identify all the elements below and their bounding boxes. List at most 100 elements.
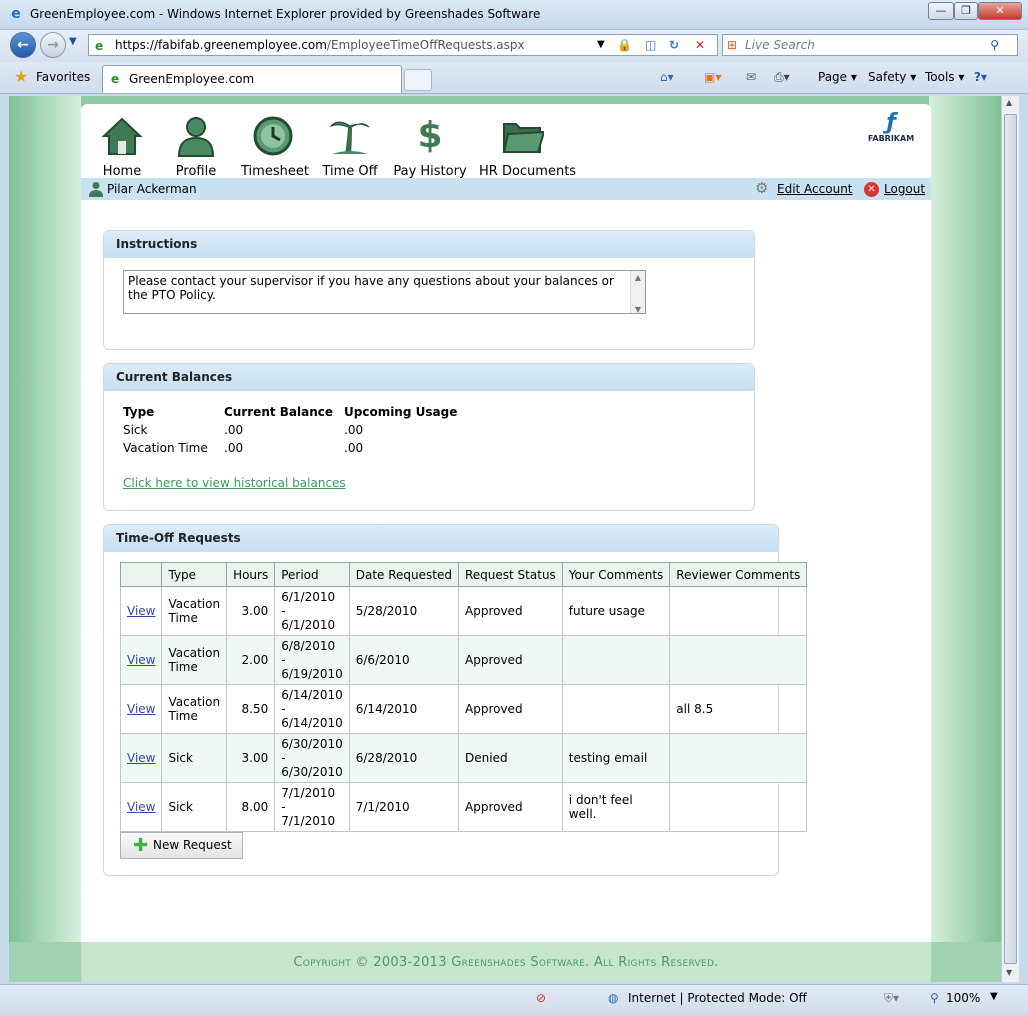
header-type: Type [161, 562, 228, 587]
status-cell: Approved [458, 684, 563, 734]
nav-timesheet-label: Timesheet [241, 164, 309, 179]
status-cell: Approved [458, 586, 563, 636]
view-link[interactable]: View [127, 702, 155, 716]
period-end: 7/1/2010 [281, 814, 336, 828]
hours-cell: 8.00 [226, 782, 276, 832]
url-dropdown-icon[interactable]: ▼ [597, 35, 605, 55]
date-requested-cell: 6/28/2010 [348, 733, 460, 783]
help-icon[interactable]: ?▾ [974, 68, 987, 86]
privacy-icon[interactable]: ⊘ [536, 991, 546, 1005]
favorites-button[interactable]: ★ Favorites [10, 66, 96, 90]
nav-pay-history-label: Pay History [393, 164, 467, 179]
period-start: 7/1/2010 [281, 786, 336, 800]
home-icon[interactable]: ⌂▾ [660, 68, 674, 86]
search-input[interactable]: ⊞ Live Search ⚲ [722, 34, 1018, 56]
address-input[interactable]: e https://fabifab.greenemployee.com/Empl… [88, 34, 718, 56]
logout-link[interactable]: ✕ Logout [864, 178, 925, 200]
restore-button[interactable]: ❐ [954, 2, 978, 20]
period-cell: 7/1/2010-7/1/2010 [274, 782, 350, 832]
type-cell: Vacation Time [161, 684, 228, 734]
refresh-icon[interactable]: ↻ [669, 35, 679, 55]
protected-mode-icon[interactable]: ⛨▾ [884, 991, 899, 1006]
hours-cell: 8.50 [226, 684, 276, 734]
page-background-right [929, 96, 1001, 982]
scrollbar-thumb[interactable] [1004, 114, 1017, 964]
type-cell: Vacation Time [161, 635, 228, 685]
reviewer-cell [669, 733, 808, 783]
instructions-text: Please contact your supervisor if you ha… [128, 274, 614, 302]
comment-cell: testing email [561, 733, 671, 783]
scroll-down-icon[interactable]: ▼ [1006, 968, 1012, 977]
hours-cell: 3.00 [226, 586, 276, 636]
vertical-scrollbar[interactable]: ▲ ▼ [1001, 96, 1019, 982]
url-path: /EmployeeTimeOffRequests.aspx [326, 38, 525, 52]
tools-menu[interactable]: Tools ▾ [925, 68, 964, 86]
security-zone-text[interactable]: Internet | Protected Mode: Off [628, 991, 807, 1005]
view-link[interactable]: View [127, 653, 155, 667]
nav-pay-history[interactable]: $ Pay History [393, 114, 467, 179]
ie-logo-icon: e [11, 6, 21, 22]
nav-time-off-label: Time Off [322, 164, 378, 179]
close-window-button[interactable]: ✕ [978, 2, 1022, 20]
period-cell: 6/14/2010-6/14/2010 [274, 684, 350, 734]
safety-menu[interactable]: Safety ▾ [868, 68, 916, 86]
nav-timesheet[interactable]: Timesheet [241, 114, 309, 179]
status-cell: Approved [458, 782, 563, 832]
minimize-button[interactable]: — [928, 2, 954, 20]
instructions-textarea[interactable]: Please contact your supervisor if you ha… [123, 270, 646, 314]
page-background-left [9, 96, 81, 982]
balance-header-type: Type [123, 405, 155, 419]
balance-current: .00 [224, 441, 244, 455]
page-icon: e [95, 39, 104, 53]
tab-greenemployee[interactable]: e GreenEmployee.com [102, 65, 402, 93]
view-link[interactable]: View [127, 800, 155, 814]
table-row: View Sick 8.00 7/1/2010-7/1/2010 7/1/201… [119, 782, 808, 832]
compatibility-icon[interactable]: ◫ [645, 35, 656, 55]
stop-icon[interactable]: ✕ [695, 35, 705, 55]
nav-home[interactable]: Home [97, 114, 147, 179]
window-title-bar: e GreenEmployee.com - Windows Internet E… [0, 0, 1028, 30]
windows-flag-icon: ⊞ [727, 38, 738, 52]
page-menu[interactable]: Page ▾ [818, 68, 857, 86]
mail-icon[interactable]: ✉ [746, 68, 756, 86]
scroll-up-icon[interactable]: ▲ [1006, 98, 1012, 107]
new-tab-button[interactable] [404, 69, 432, 91]
new-request-button[interactable]: ✚ New Request [120, 832, 243, 859]
period-start: 6/8/2010 [281, 639, 336, 653]
edit-account-link[interactable]: ⚙ Edit Account [755, 178, 853, 200]
table-row: View Sick 3.00 6/30/2010-6/30/2010 6/28/… [119, 733, 808, 783]
historical-balances-link[interactable]: Click here to view historical balances [123, 476, 346, 490]
header-hours: Hours [226, 562, 276, 587]
edit-account-label: Edit Account [777, 182, 853, 196]
back-button[interactable]: ← [10, 32, 36, 58]
period-separator: - [281, 604, 286, 618]
search-icon[interactable]: ⚲ [990, 35, 999, 55]
nav-time-off[interactable]: Time Off [321, 114, 379, 179]
view-link[interactable]: View [127, 751, 155, 765]
lock-icon[interactable]: 🔒 [617, 35, 632, 55]
print-icon[interactable]: ⎙▾ [774, 68, 790, 86]
period-cell: 6/8/2010-6/19/2010 [274, 635, 350, 685]
header-action [119, 562, 163, 587]
browser-content: Home Profile Timesheet Time Off $ Pay Hi… [9, 96, 1001, 982]
nav-profile-label: Profile [175, 164, 217, 179]
gear-icon: ⚙ [755, 179, 769, 197]
action-cell: View [119, 733, 163, 783]
logout-icon: ✕ [864, 182, 879, 197]
balance-current: .00 [224, 423, 244, 437]
time-off-requests-title: Time-Off Requests [104, 525, 778, 552]
nav-profile[interactable]: Profile [169, 114, 223, 179]
feeds-icon[interactable]: ▣▾ [704, 68, 721, 86]
zoom-dropdown-icon[interactable]: ▼ [990, 991, 998, 1002]
forward-button[interactable]: → [40, 32, 66, 58]
view-link[interactable]: View [127, 604, 155, 618]
hours-cell: 3.00 [226, 733, 276, 783]
header-date-requested: Date Requested [348, 562, 460, 587]
period-cell: 6/1/2010-6/1/2010 [274, 586, 350, 636]
zoom-level[interactable]: 100% [946, 991, 980, 1005]
instructions-title: Instructions [104, 231, 754, 258]
textarea-scrollbar[interactable]: ▲ ▼ [630, 271, 645, 314]
nav-hr-documents[interactable]: HR Documents [479, 114, 576, 179]
history-dropdown-icon[interactable]: ▼ [69, 36, 77, 47]
tab-page-icon: e [111, 72, 120, 86]
